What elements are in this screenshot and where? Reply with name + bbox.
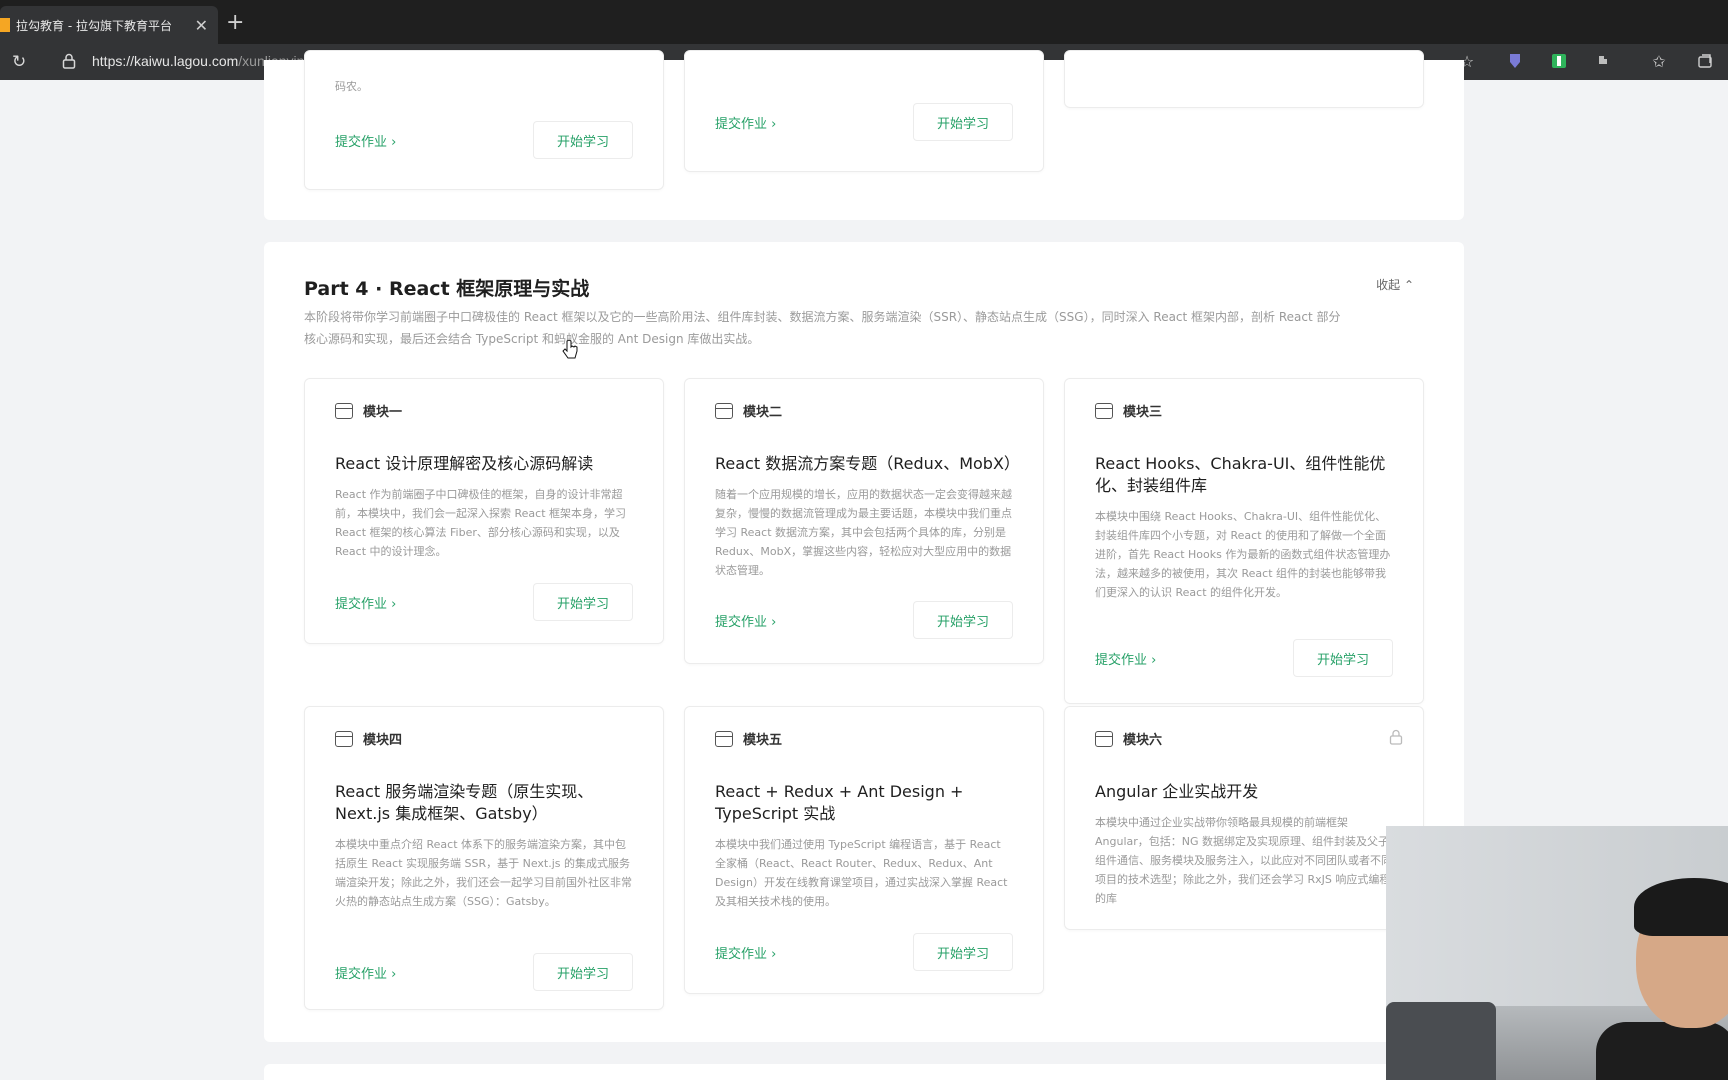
calendar-icon	[1095, 730, 1113, 747]
extension-shield-icon[interactable]	[1506, 53, 1524, 71]
submit-homework-link[interactable]: 提交作业 ›	[335, 131, 396, 150]
previous-part-section: 码农。 提交作业 › 开始学习 提交作业 › 开始学习	[264, 50, 1464, 220]
collapse-toggle[interactable]: 收起 ⌃	[1376, 276, 1414, 293]
calendar-icon	[715, 402, 733, 419]
module-desc: 码农。	[335, 80, 368, 93]
module-label: 模块六	[1123, 733, 1163, 748]
module-desc: 本模块中我们通过使用 TypeScript 编程语言，基于 React 全家桶（…	[715, 838, 1008, 908]
site-favicon-icon	[0, 18, 10, 32]
tab-close-icon[interactable]: ✕	[195, 16, 208, 35]
module-desc: 本模块中通过企业实战带你领略最具规模的前端框架 Angular，包括：NG 数据…	[1095, 816, 1392, 905]
favorites-icon[interactable]: ✩	[1650, 53, 1668, 71]
extension-puzzle-icon[interactable]	[1594, 53, 1612, 71]
submit-homework-link[interactable]: 提交作业 ›	[715, 943, 776, 962]
part4-section: Part 4 · React 框架原理与实战 收起 ⌃ 本阶段将带你学习前端圈子…	[264, 242, 1464, 1042]
webcam-chair	[1386, 1002, 1496, 1080]
module-card-3: 模块三 React Hooks、Chakra-UI、组件性能优化、封装组件库 本…	[1064, 378, 1424, 704]
module-title: Angular 企业实战开发	[1095, 782, 1259, 801]
module-title: React 服务端渲染专题（原生实现、Next.js 集成框架、Gatsby）	[335, 782, 594, 823]
part-title: Part 4 · React 框架原理与实战	[304, 278, 590, 300]
module-label: 模块二	[743, 405, 783, 420]
url-host: https://kaiwu.lagou.com	[92, 53, 239, 69]
submit-homework-link[interactable]: 提交作业 ›	[1095, 649, 1156, 668]
module-label: 模块三	[1123, 405, 1163, 420]
submit-homework-link[interactable]: 提交作业 ›	[715, 611, 776, 630]
extension-green-icon[interactable]	[1550, 53, 1568, 71]
tab-title: 拉勾教育 - 拉勾旗下教育平台	[16, 18, 172, 33]
lock-icon	[1389, 729, 1403, 745]
calendar-icon	[1095, 402, 1113, 419]
module-card-1: 模块一 React 设计原理解密及核心源码解读 React 作为前端圈子中口碑极…	[304, 378, 664, 644]
part-description: 本阶段将带你学习前端圈子中口碑极佳的 React 框架以及它的一些高阶用法、组件…	[304, 310, 1341, 346]
start-learning-button[interactable]: 开始学习	[913, 601, 1013, 639]
module-label: 模块一	[363, 405, 403, 420]
new-tab-icon[interactable]: +	[226, 10, 244, 35]
calendar-icon	[715, 730, 733, 747]
module-header: 模块四	[335, 729, 402, 748]
calendar-icon	[335, 402, 353, 419]
calendar-icon	[335, 730, 353, 747]
previous-module-card-1: 码农。 提交作业 › 开始学习	[304, 50, 664, 190]
start-learning-button[interactable]: 开始学习	[1293, 639, 1393, 677]
browser-tab[interactable]: 拉勾教育 - 拉勾旗下教育平台 ✕	[0, 6, 218, 44]
next-part-section	[264, 1064, 1464, 1080]
browser-tabbar: 拉勾教育 - 拉勾旗下教育平台 ✕ +	[0, 0, 1728, 44]
webcam-overlay	[1386, 826, 1728, 1080]
module-card-5: 模块五 React + Redux + Ant Design + TypeScr…	[684, 706, 1044, 994]
module-header: 模块五	[715, 729, 782, 748]
module-header: 模块六	[1095, 729, 1162, 748]
lock-icon[interactable]	[62, 53, 76, 69]
module-title: React + Redux + Ant Design + TypeScript …	[715, 782, 964, 823]
module-card-4: 模块四 React 服务端渲染专题（原生实现、Next.js 集成框架、Gats…	[304, 706, 664, 1010]
module-header: 模块一	[335, 401, 402, 420]
module-title: React 设计原理解密及核心源码解读	[335, 454, 594, 473]
previous-module-card-3	[1064, 50, 1424, 108]
submit-homework-link[interactable]: 提交作业 ›	[335, 593, 396, 612]
start-learning-button[interactable]: 开始学习	[913, 103, 1013, 141]
collections-icon[interactable]	[1696, 53, 1714, 71]
module-desc: 随着一个应用规模的增长，应用的数据状态一定会变得越来越复杂，慢慢的数据流管理成为…	[715, 488, 1012, 577]
reload-icon[interactable]: ↻	[12, 53, 30, 71]
module-title: React 数据流方案专题（Redux、MobX）	[715, 454, 1020, 473]
module-desc: React 作为前端圈子中口碑极佳的框架，自身的设计非常超前，本模块中，我们会一…	[335, 488, 627, 558]
submit-homework-link[interactable]: 提交作业 ›	[335, 963, 396, 982]
hand-cursor-icon	[562, 340, 578, 359]
module-title: React Hooks、Chakra-UI、组件性能优化、封装组件库	[1095, 454, 1386, 495]
start-learning-button[interactable]: 开始学习	[533, 121, 633, 159]
module-desc: 本模块中重点介绍 React 体系下的服务端渲染方案，其中包括原生 React …	[335, 838, 632, 908]
module-label: 模块四	[363, 733, 403, 748]
start-learning-button[interactable]: 开始学习	[913, 933, 1013, 971]
module-desc: 本模块中围绕 React Hooks、Chakra-UI、组件性能优化、封装组件…	[1095, 510, 1391, 599]
webcam-person-body	[1596, 1022, 1728, 1080]
submit-homework-link[interactable]: 提交作业 ›	[715, 113, 776, 132]
previous-module-card-2: 提交作业 › 开始学习	[684, 50, 1044, 172]
module-card-2: 模块二 React 数据流方案专题（Redux、MobX） 随着一个应用规模的增…	[684, 378, 1044, 664]
module-label: 模块五	[743, 733, 783, 748]
start-learning-button[interactable]: 开始学习	[533, 953, 633, 991]
start-learning-button[interactable]: 开始学习	[533, 583, 633, 621]
module-card-6: 模块六 Angular 企业实战开发 本模块中通过企业实战带你领略最具规模的前端…	[1064, 706, 1424, 930]
module-header: 模块三	[1095, 401, 1162, 420]
module-header: 模块二	[715, 401, 782, 420]
